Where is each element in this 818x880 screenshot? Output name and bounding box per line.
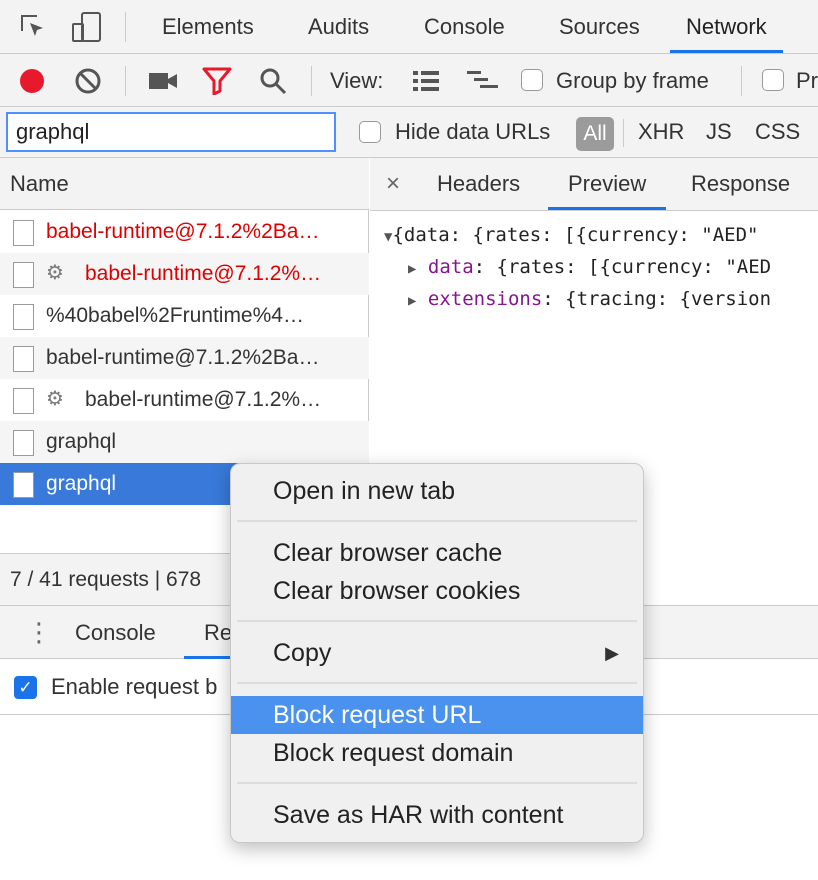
menu-item-copy-label: Copy — [273, 639, 332, 667]
filter-separator — [623, 119, 624, 147]
request-name: babel-runtime@7.1.2%2Ba… — [46, 220, 320, 243]
request-name: babel-runtime@7.1.2%… — [85, 262, 322, 285]
request-name: graphql — [46, 472, 117, 495]
enable-request-blocking-checkbox[interactable]: ✓ — [14, 676, 37, 699]
type-filter-all[interactable]: All — [576, 117, 614, 151]
request-row[interactable]: babel-runtime@7.1.2%2Ba… — [0, 211, 369, 253]
menu-item-clear-browser-cache[interactable]: Clear browser cache — [231, 534, 643, 572]
document-icon — [13, 346, 34, 372]
type-filter-xhr[interactable]: XHR — [638, 119, 684, 145]
drawer-tab-console[interactable]: Console — [75, 606, 156, 659]
context-menu: Open in new tab Clear browser cache Clea… — [230, 463, 644, 843]
tree-root[interactable]: ▼{data: {rates: [{currency: "AED" — [384, 224, 758, 246]
service-worker-gear-icon: ⚙ — [46, 262, 64, 284]
menu-item-clear-browser-cookies[interactable]: Clear browser cookies — [231, 572, 643, 610]
detail-tabs: × Headers Preview Response — [370, 158, 818, 211]
screenshot-camera-icon[interactable] — [148, 70, 178, 92]
submenu-arrow-icon: ▶ — [605, 643, 619, 663]
group-by-frame-checkbox[interactable] — [521, 69, 543, 91]
document-icon — [13, 262, 34, 288]
service-worker-gear-icon: ⚙ — [46, 388, 64, 410]
clear-icon[interactable] — [74, 67, 102, 95]
name-column-header[interactable]: Name — [0, 158, 369, 210]
document-icon — [13, 304, 34, 330]
menu-separator — [237, 620, 637, 622]
request-name: %40babel%2Fruntime%4… — [46, 304, 304, 327]
document-icon — [13, 220, 34, 246]
tab-network[interactable]: Network — [670, 0, 783, 53]
tab-elements[interactable]: Elements — [146, 0, 270, 53]
tree-key: data — [427, 256, 474, 278]
tab-headers[interactable]: Headers — [437, 158, 520, 210]
request-row[interactable]: ⚙ babel-runtime@7.1.2%… — [0, 379, 369, 421]
menu-item-block-request-domain[interactable]: Block request domain — [231, 734, 643, 772]
waterfall-icon[interactable] — [466, 69, 500, 93]
request-name: graphql — [46, 430, 117, 453]
menu-separator — [237, 782, 637, 784]
filter-bar: Hide data URLs All XHR JS CSS — [0, 107, 818, 158]
tab-audits[interactable]: Audits — [292, 0, 385, 53]
tree-root-text: {data: {rates: [{currency: "AED" — [392, 224, 759, 246]
filter-input[interactable] — [6, 112, 336, 152]
preserve-log-label: Pr — [796, 68, 818, 93]
tab-preview[interactable]: Preview — [548, 158, 667, 210]
inspect-element-icon[interactable] — [18, 12, 48, 42]
document-icon — [13, 472, 34, 498]
hide-data-urls-checkbox[interactable] — [359, 121, 381, 143]
tree-value: : {tracing: {version — [542, 288, 772, 310]
tree-key: extensions — [427, 288, 543, 310]
toolbar-separator — [311, 66, 312, 96]
request-row[interactable]: graphql — [0, 421, 369, 463]
tree-value: : {rates: [{currency: "AED — [473, 256, 772, 278]
preserve-log-checkbox[interactable] — [762, 69, 784, 91]
collapsed-triangle-icon[interactable]: ▶ — [408, 293, 416, 309]
menu-separator — [237, 682, 637, 684]
type-filter-css[interactable]: CSS — [755, 119, 800, 145]
tab-sources[interactable]: Sources — [543, 0, 656, 53]
enable-request-blocking-label: Enable request b — [51, 674, 218, 699]
devtools-tab-bar: Elements Audits Console Sources Network — [0, 0, 818, 54]
record-icon[interactable] — [18, 67, 46, 95]
menu-item-save-as-har[interactable]: Save as HAR with content — [231, 796, 643, 834]
menu-item-block-request-url[interactable]: Block request URL — [231, 696, 643, 734]
device-toolbar-icon[interactable] — [70, 10, 104, 44]
menu-item-copy[interactable]: Copy ▶ — [231, 634, 643, 672]
menu-item-open-in-new-tab[interactable]: Open in new tab — [231, 472, 643, 510]
toolbar-separator — [741, 66, 742, 96]
tree-node-data[interactable]: ▶ data: {rates: [{currency: "AED — [408, 256, 771, 278]
document-icon — [13, 388, 34, 414]
collapsed-triangle-icon[interactable]: ▶ — [408, 261, 416, 277]
close-detail-icon[interactable]: × — [386, 158, 400, 210]
request-row[interactable]: ⚙ babel-runtime@7.1.2%… — [0, 253, 369, 295]
hide-data-urls-label: Hide data URLs — [395, 119, 551, 144]
tree-node-extensions[interactable]: ▶ extensions: {tracing: {version — [408, 288, 771, 310]
drawer-menu-icon[interactable]: ⋮ — [26, 606, 52, 659]
request-name: babel-runtime@7.1.2%… — [85, 388, 322, 411]
toolbar-separator — [125, 66, 126, 96]
tab-response[interactable]: Response — [691, 158, 790, 210]
network-toolbar: View: Group by frame Pr — [0, 54, 818, 107]
large-rows-icon[interactable] — [412, 69, 440, 93]
tab-separator — [125, 12, 126, 42]
type-filter-js[interactable]: JS — [706, 119, 732, 145]
request-row[interactable]: babel-runtime@7.1.2%2Ba… — [0, 337, 369, 379]
request-row[interactable]: %40babel%2Fruntime%4… — [0, 295, 369, 337]
document-icon — [13, 430, 34, 456]
menu-separator — [237, 520, 637, 522]
search-icon[interactable] — [258, 66, 288, 96]
filter-icon[interactable] — [202, 67, 232, 96]
group-by-frame-label: Group by frame — [556, 68, 709, 93]
tab-console[interactable]: Console — [408, 0, 521, 53]
request-name: babel-runtime@7.1.2%2Ba… — [46, 346, 320, 369]
view-label: View: — [330, 68, 384, 93]
